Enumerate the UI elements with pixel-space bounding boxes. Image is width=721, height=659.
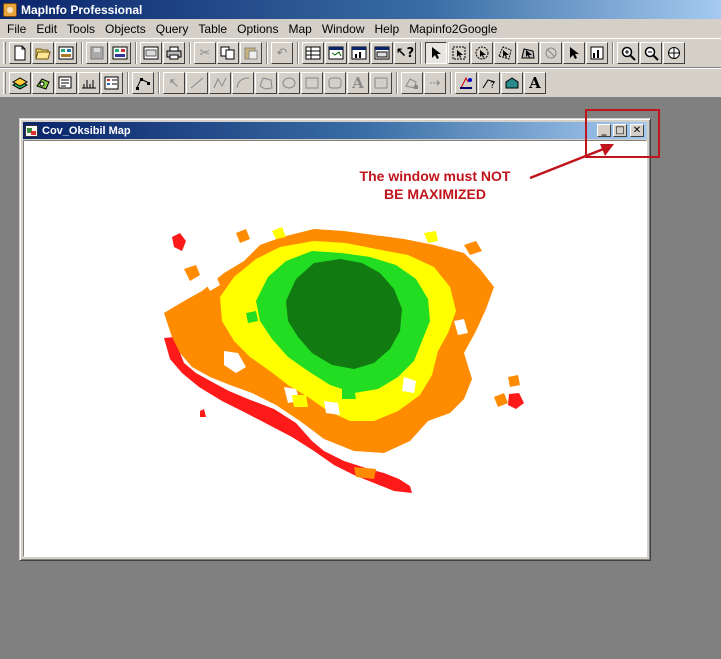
rounded-rectangle-icon[interactable]	[324, 72, 346, 94]
map-window-icon	[25, 124, 38, 137]
symbol-icon[interactable]: ↖	[163, 72, 185, 94]
map-window[interactable]: Cov_Oksibil Map _ □ ✕	[19, 118, 651, 561]
select-arrow-icon[interactable]	[425, 42, 447, 64]
info-tool-icon[interactable]	[55, 72, 77, 94]
arc-icon[interactable]	[232, 72, 254, 94]
open-icon[interactable]	[32, 42, 54, 64]
menu-query[interactable]: Query	[151, 22, 194, 36]
polyline-icon[interactable]	[209, 72, 231, 94]
text-style-icon[interactable]	[501, 72, 523, 94]
new-icon[interactable]	[9, 42, 31, 64]
toolbar-separator	[420, 42, 422, 64]
toolbar-separator	[612, 42, 614, 64]
copy-icon[interactable]	[217, 42, 239, 64]
toolbar-separator	[135, 42, 137, 64]
svg-text:?: ?	[490, 81, 495, 90]
legend-icon[interactable]	[101, 72, 123, 94]
toolbar-separator	[450, 72, 452, 94]
radius-select-icon[interactable]	[471, 42, 493, 64]
ellipse-icon[interactable]	[278, 72, 300, 94]
map-window-title: Cov_Oksibil Map	[42, 124, 131, 137]
boundary-select-icon[interactable]	[517, 42, 539, 64]
app-titlebar[interactable]: MapInfo Professional	[0, 0, 721, 19]
invert-selection-icon[interactable]	[563, 42, 585, 64]
main-toolbar: ✂ ↶ ↖?	[0, 38, 721, 68]
menu-file[interactable]: File	[2, 22, 31, 36]
annotation-line-2: BE MAXIMIZED	[384, 186, 486, 202]
font-style-icon[interactable]: A	[524, 72, 546, 94]
toolbar-separator	[158, 72, 160, 94]
app-title: MapInfo Professional	[21, 2, 143, 17]
polygon-icon[interactable]	[255, 72, 277, 94]
toolbar-grip[interactable]	[3, 72, 6, 94]
menu-edit[interactable]: Edit	[31, 22, 62, 36]
minimize-button[interactable]: _	[597, 124, 611, 137]
annotation-line-1: The window must NOT	[359, 168, 511, 184]
ruler-icon[interactable]	[78, 72, 100, 94]
undo-icon[interactable]: ↶	[271, 42, 293, 64]
paste-icon[interactable]	[240, 42, 262, 64]
close-button[interactable]: ✕	[630, 124, 644, 137]
save-copy-icon[interactable]	[140, 42, 162, 64]
toolbar-separator	[127, 72, 129, 94]
symbol-style-icon[interactable]: ?	[478, 72, 500, 94]
map-canvas[interactable]	[23, 140, 647, 557]
cut-icon[interactable]: ✂	[194, 42, 216, 64]
change-view-icon[interactable]	[663, 42, 685, 64]
reshape-icon[interactable]	[132, 72, 154, 94]
region-style-icon[interactable]	[455, 72, 477, 94]
maximize-button[interactable]: □	[613, 124, 627, 137]
marquee-select-icon[interactable]	[448, 42, 470, 64]
toolbar-separator	[266, 42, 268, 64]
menu-window[interactable]: Window	[317, 22, 370, 36]
new-layout-icon[interactable]	[371, 42, 393, 64]
menu-mapinfo2google[interactable]: Mapinfo2Google	[404, 22, 502, 36]
toolbar-grip[interactable]	[3, 42, 6, 64]
menu-help[interactable]: Help	[370, 22, 405, 36]
new-mapper-icon[interactable]	[325, 42, 347, 64]
toolbar-separator	[81, 42, 83, 64]
menubar: File Edit Tools Objects Query Table Opti…	[0, 19, 721, 38]
line-style-icon[interactable]: ⇢	[424, 72, 446, 94]
menu-options[interactable]: Options	[232, 22, 283, 36]
map-layer-svg	[164, 227, 524, 493]
menu-table[interactable]: Table	[193, 22, 232, 36]
add-node-icon[interactable]	[401, 72, 423, 94]
new-grapher-icon[interactable]	[348, 42, 370, 64]
drawing-toolbar: ↖ A ⇢ ? A	[0, 68, 721, 98]
polygon-select-icon[interactable]	[494, 42, 516, 64]
zoom-out-icon[interactable]	[640, 42, 662, 64]
map-window-titlebar[interactable]: Cov_Oksibil Map _ □ ✕	[23, 122, 647, 139]
toolbar-separator	[396, 72, 398, 94]
toolbar-separator	[189, 42, 191, 64]
zoom-in-icon[interactable]	[617, 42, 639, 64]
label-icon[interactable]	[32, 72, 54, 94]
unselect-all-icon[interactable]	[540, 42, 562, 64]
save-icon[interactable]	[86, 42, 108, 64]
annotation-text: The window must NOT BE MAXIMIZED	[340, 167, 530, 203]
text-icon[interactable]: A	[347, 72, 369, 94]
layer-control-icon[interactable]	[9, 72, 31, 94]
frame-icon[interactable]	[370, 72, 392, 94]
toolbar-separator	[297, 42, 299, 64]
menu-tools[interactable]: Tools	[62, 22, 100, 36]
open-workspace-icon[interactable]	[55, 42, 77, 64]
graph-select-icon[interactable]	[586, 42, 608, 64]
line-icon[interactable]	[186, 72, 208, 94]
menu-objects[interactable]: Objects	[100, 22, 151, 36]
rectangle-icon[interactable]	[301, 72, 323, 94]
menu-map[interactable]: Map	[283, 22, 316, 36]
print-icon[interactable]	[163, 42, 185, 64]
help-icon[interactable]: ↖?	[394, 42, 416, 64]
mapinfo-app-icon	[3, 2, 17, 17]
save-workspace-icon[interactable]	[109, 42, 131, 64]
new-browser-icon[interactable]	[302, 42, 324, 64]
